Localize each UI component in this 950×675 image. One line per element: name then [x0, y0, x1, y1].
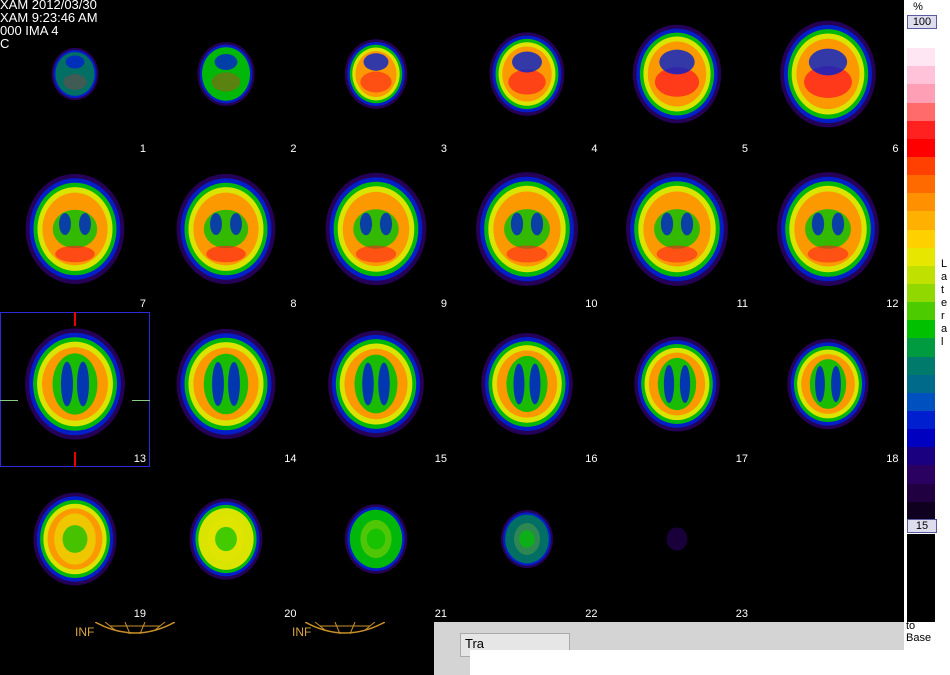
brain-scan-image	[25, 173, 125, 285]
brain-scan-image	[328, 330, 424, 438]
slice-11[interactable]: 11	[602, 157, 752, 312]
slice-14[interactable]: 14	[151, 312, 301, 467]
slice-23[interactable]: 23	[602, 467, 752, 622]
crosshair-top[interactable]	[74, 312, 76, 326]
slice-18[interactable]: 18	[753, 312, 903, 467]
slice-number: 6	[892, 143, 899, 155]
slice-number: 19	[133, 608, 146, 620]
color-bar-floor	[907, 534, 935, 622]
slice-number: 13	[133, 453, 146, 465]
slice-7[interactable]: 7	[0, 157, 150, 312]
brain-scan-image	[786, 338, 869, 430]
brain-scan-image	[189, 498, 262, 580]
slice-22[interactable]: 22	[452, 467, 602, 622]
slice-number: 3	[440, 143, 447, 155]
slice-4[interactable]: 4	[452, 2, 602, 157]
brain-scan-image	[634, 336, 720, 432]
slice-19[interactable]: 19	[0, 467, 150, 622]
slice-number: 12	[886, 298, 899, 310]
slice-viewer[interactable]: XAM 2012/03/30 XAM 9:23:46 AM 000 IMA 4 …	[0, 0, 904, 622]
slice-9[interactable]: 9	[301, 157, 451, 312]
surface-render-strip: INF INF	[0, 622, 434, 675]
slice-20[interactable]: 20	[151, 467, 301, 622]
slice-number: 17	[735, 453, 748, 465]
crosshair-left[interactable]	[0, 400, 18, 401]
slice-number: 2	[290, 143, 297, 155]
slice-number: 1	[139, 143, 146, 155]
crosshair-bottom[interactable]	[74, 452, 76, 467]
brain-scan-image	[33, 492, 117, 586]
brain-scan-image	[51, 47, 99, 101]
brain-scan-image	[196, 42, 255, 106]
brain-scan-image	[475, 172, 578, 286]
slice-number: 7	[139, 298, 146, 310]
slice-number: 4	[591, 143, 598, 155]
brain-scan-image	[344, 504, 408, 574]
slice-number: 11	[736, 298, 748, 310]
max-value-field[interactable]: 100	[907, 15, 937, 29]
slice-number: 20	[284, 608, 297, 620]
color-bar[interactable]	[907, 30, 935, 520]
mesh-render-1	[95, 622, 175, 635]
mesh-render-2	[305, 622, 385, 635]
slice-17[interactable]: 17	[602, 312, 752, 467]
slice-8[interactable]: 8	[151, 157, 301, 312]
slice-5[interactable]: 5	[602, 2, 752, 157]
slice-number: 22	[585, 608, 598, 620]
min-value-field[interactable]: 15	[907, 519, 937, 533]
slice-number: 10	[585, 298, 598, 310]
brain-scan-image	[776, 172, 879, 286]
slice-6[interactable]: 6	[753, 2, 903, 157]
slice-15[interactable]: 15	[301, 312, 451, 467]
slice-3[interactable]: 3	[301, 2, 451, 157]
percent-label: %	[913, 1, 923, 13]
color-scale-panel: % 100 15 Lateral to Base	[904, 0, 950, 675]
brain-scan-image	[500, 510, 553, 568]
brain-scan-image	[344, 39, 408, 109]
inf-label-1: INF	[75, 625, 95, 639]
slice-16[interactable]: 16	[452, 312, 602, 467]
slice-number: 21	[434, 608, 447, 620]
brain-scan-image	[632, 24, 722, 124]
slice-2[interactable]: 2	[151, 2, 301, 157]
slice-number: 23	[735, 608, 748, 620]
brain-scan-image	[25, 328, 125, 440]
slice-number: 5	[741, 143, 748, 155]
slice-number: 16	[585, 453, 598, 465]
base-label: Base	[906, 632, 932, 644]
brain-scan-image	[176, 173, 275, 285]
slice-10[interactable]: 10	[452, 157, 602, 312]
brain-scan-image	[666, 527, 688, 551]
panel-content	[470, 650, 904, 675]
slice-number: 9	[440, 298, 447, 310]
brain-scan-image	[489, 32, 564, 116]
slice-number: 18	[886, 453, 899, 465]
slice-21[interactable]: 21	[301, 467, 451, 622]
brain-scan-image	[626, 172, 728, 286]
slice-1[interactable]: 1	[0, 2, 150, 157]
slice-13[interactable]: 13	[0, 312, 150, 467]
brain-scan-image	[176, 328, 275, 440]
view-tab-panel: Tra	[434, 622, 904, 675]
slice-number: 8	[290, 298, 297, 310]
to-label: to	[906, 620, 916, 632]
brain-scan-image	[779, 20, 876, 128]
slice-number: 15	[434, 453, 447, 465]
slice-number: 14	[284, 453, 297, 465]
crosshair-right[interactable]	[132, 400, 150, 401]
brain-scan-image	[325, 172, 427, 286]
slice-12[interactable]: 12	[753, 157, 903, 312]
brain-scan-image	[480, 332, 573, 436]
